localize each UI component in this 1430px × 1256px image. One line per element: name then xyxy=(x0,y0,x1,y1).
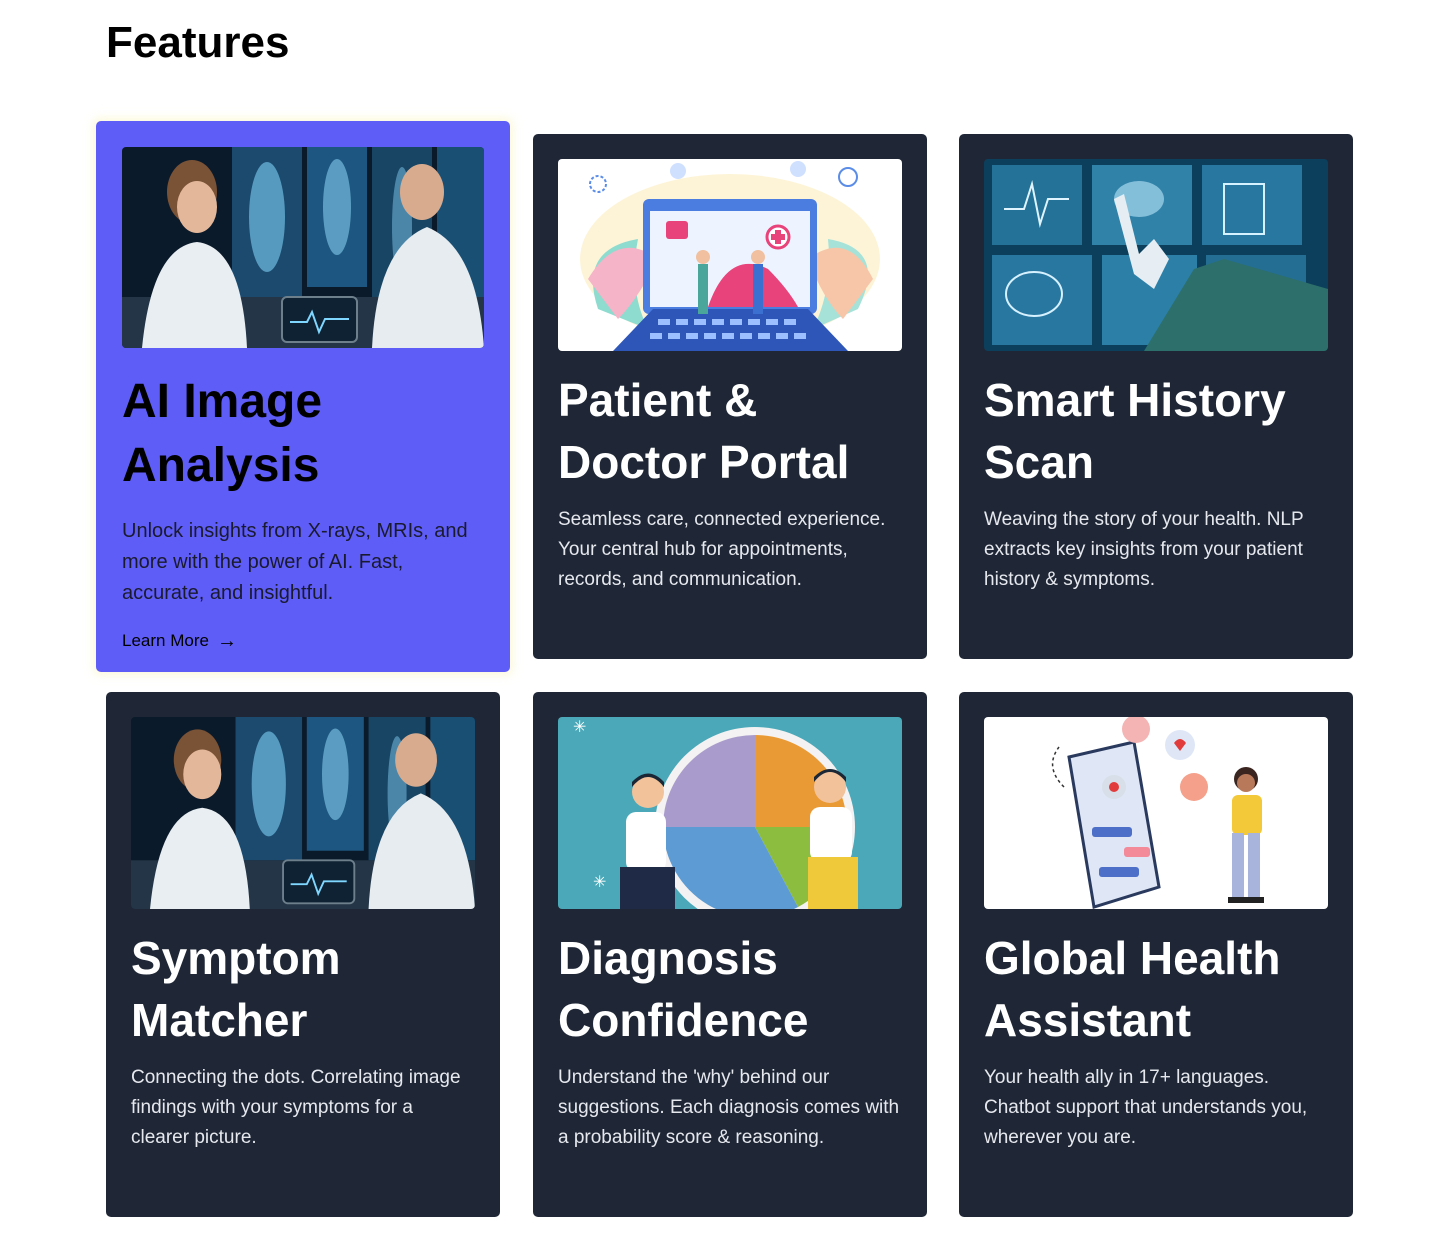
card-title: AI Image Analysis xyxy=(122,375,323,492)
card-title: Smart History Scan xyxy=(984,374,1286,488)
learn-more-label: Learn More xyxy=(122,631,209,650)
card-title: Symptom Matcher xyxy=(131,932,341,1046)
card-title: Global Health Assistant xyxy=(984,932,1281,1046)
doctors-reviewing-xray-image xyxy=(131,717,475,909)
arrow-right-icon: → xyxy=(216,630,237,652)
portal-illustration-image xyxy=(558,159,902,351)
card-title: Patient & Doctor Portal xyxy=(558,374,850,488)
learn-more-link[interactable]: Learn More → xyxy=(122,631,237,651)
gloved-hand-medical-scans-image xyxy=(984,159,1328,351)
doctors-reviewing-xray-image xyxy=(122,147,484,348)
card-description: Your health ally in 17+ languages. Chatb… xyxy=(984,1067,1308,1148)
pie-chart-people-illustration-image: ✳ ✳ xyxy=(558,717,902,909)
feature-card-smart-history-scan[interactable]: Smart History Scan Weaving the story of … xyxy=(959,134,1353,659)
card-title: Diagnosis Confidence xyxy=(558,932,809,1046)
chatbot-phone-illustration-image xyxy=(984,717,1328,909)
card-description: Connecting the dots. Correlating image f… xyxy=(131,1067,461,1148)
svg-text:✳: ✳ xyxy=(593,874,606,891)
card-description: Weaving the story of your health. NLP ex… xyxy=(984,509,1304,590)
card-description: Understand the 'why' behind our suggesti… xyxy=(558,1067,900,1148)
section-title: Features xyxy=(106,18,290,67)
feature-card-patient-doctor-portal[interactable]: Patient & Doctor Portal Seamless care, c… xyxy=(533,134,927,659)
feature-card-symptom-matcher[interactable]: Symptom Matcher Connecting the dots. Cor… xyxy=(106,692,500,1217)
feature-card-global-health-assistant[interactable]: Global Health Assistant Your health ally… xyxy=(959,692,1353,1217)
feature-card-ai-image-analysis[interactable]: AI Image Analysis Unlock insights from X… xyxy=(96,121,510,672)
features-page: Features AI Image Analysis Unlock insigh… xyxy=(0,0,1430,1256)
svg-text:✳: ✳ xyxy=(573,719,586,736)
feature-card-diagnosis-confidence[interactable]: ✳ ✳ Diagnosis Confidence Understand the … xyxy=(533,692,927,1217)
card-description: Seamless care, connected experience. You… xyxy=(558,509,886,590)
card-description: Unlock insights from X-rays, MRIs, and m… xyxy=(122,520,468,604)
